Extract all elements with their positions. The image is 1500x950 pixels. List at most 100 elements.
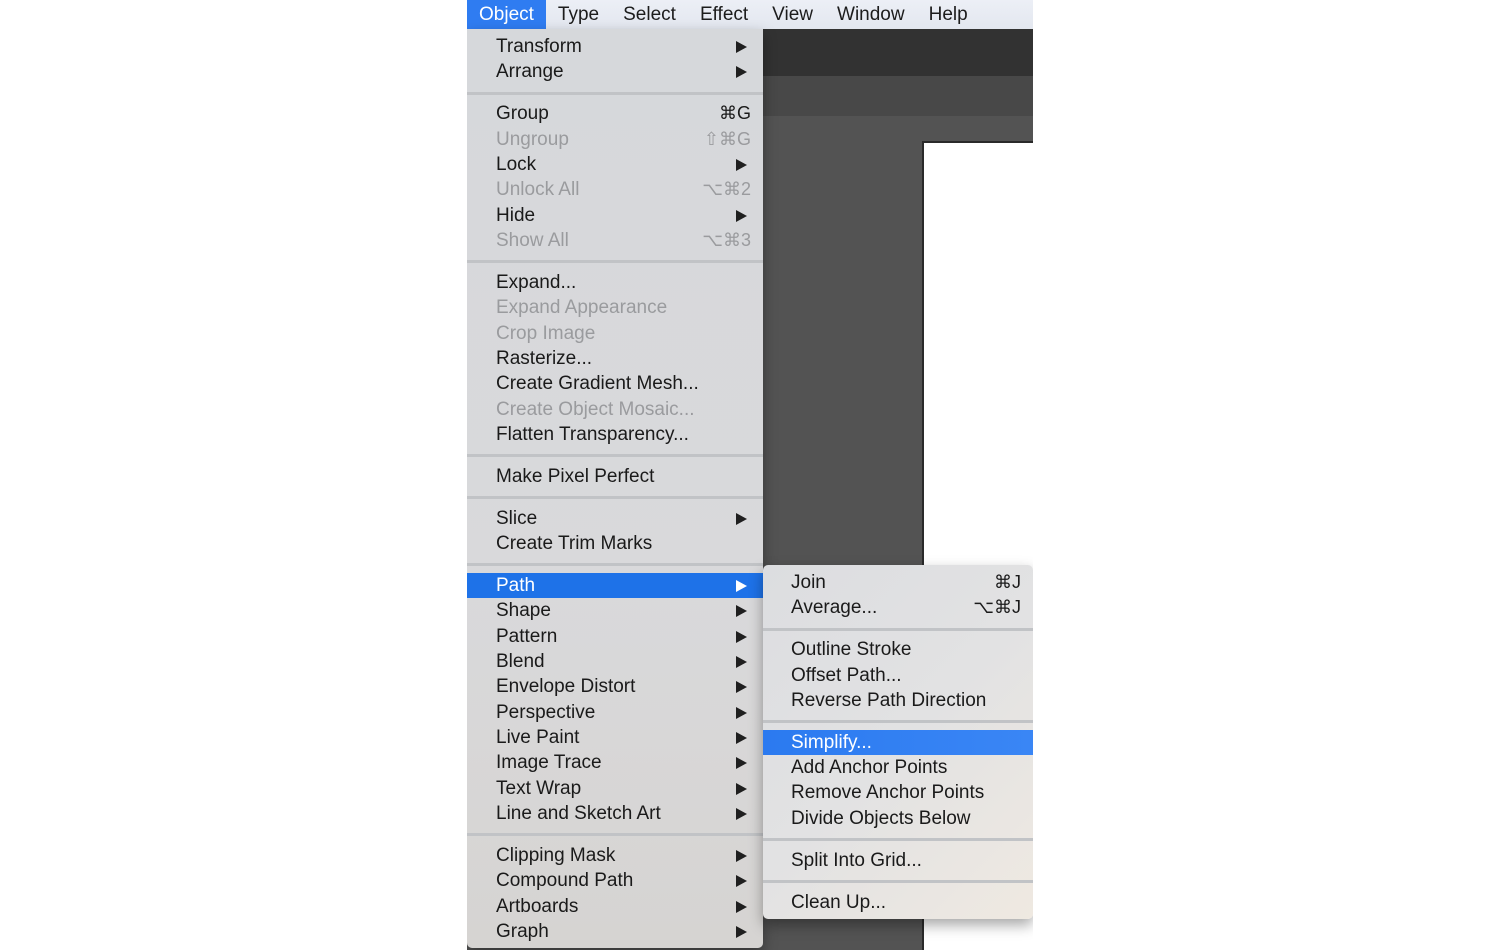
path-menu-item-offset-path[interactable]: Offset Path... [763,663,1033,688]
menubar-item-object[interactable]: Object [467,0,546,29]
menu-separator [467,454,763,458]
menu-item-label: Perspective [496,701,596,723]
object-menu-item-artboards[interactable]: Artboards [467,894,763,919]
shortcut-label: ⌥⌘J [973,597,1021,618]
path-menu-item-outline-stroke[interactable]: Outline Stroke [763,637,1033,662]
object-menu-item-hide[interactable]: Hide [467,203,763,228]
menu-separator [763,627,1033,631]
menu-item-label: Remove Anchor Points [791,782,985,804]
object-menu-item-transform[interactable]: Transform [467,34,763,59]
submenu-arrow-icon [736,209,747,222]
menu-separator [467,91,763,95]
menubar-item-window[interactable]: Window [825,0,917,29]
path-menu-item-remove-anchor-points[interactable]: Remove Anchor Points [763,780,1033,805]
submenu-arrow-icon [736,706,747,719]
menu-bar: Object Type Select Effect View Window Help [467,0,1033,29]
object-menu-item-make-pixel-perfect[interactable]: Make Pixel Perfect [467,464,763,489]
object-menu-item-text-wrap[interactable]: Text Wrap [467,776,763,801]
object-menu-item-shape[interactable]: Shape [467,598,763,623]
submenu-arrow-icon [736,782,747,795]
menu-item-label: Graph [496,920,549,942]
menu-item-label: Create Object Mosaic... [496,398,695,420]
submenu-arrow-icon [736,681,747,694]
menu-item-label: Pattern [496,625,558,647]
menu-item-label: Outline Stroke [791,639,912,661]
path-menu-item-split-into-grid[interactable]: Split Into Grid... [763,848,1033,873]
menu-item-label: Unlock All [496,179,580,201]
menu-item-label: Flatten Transparency... [496,423,689,445]
shortcut-label: ⌘J [994,572,1021,592]
submenu-arrow-icon [736,512,747,525]
object-menu-item-live-paint[interactable]: Live Paint [467,725,763,750]
menu-item-label: Create Gradient Mesh... [496,373,699,395]
object-menu-item-create-object-mosaic: Create Object Mosaic... [467,397,763,422]
menu-item-label: Rasterize... [496,347,593,369]
menu-item-label: Slice [496,507,538,529]
object-menu-item-flatten-transparency[interactable]: Flatten Transparency... [467,422,763,447]
path-menu-item-add-anchor-points[interactable]: Add Anchor Points [763,755,1033,780]
submenu-arrow-icon [736,900,747,913]
path-menu-item-join[interactable]: Join ⌘J [763,570,1033,595]
object-menu-item-clipping-mask[interactable]: Clipping Mask [467,843,763,868]
menu-item-label: Envelope Distort [496,676,636,698]
path-menu-item-divide-objects-below[interactable]: Divide Objects Below [763,806,1033,831]
object-menu-item-perspective[interactable]: Perspective [467,700,763,725]
object-menu-item-line-and-sketch-art[interactable]: Line and Sketch Art [467,801,763,826]
path-menu-item-simplify[interactable]: Simplify... [763,729,1033,755]
menu-separator [467,496,763,500]
object-menu-item-blend[interactable]: Blend [467,649,763,674]
menubar-item-effect[interactable]: Effect [688,0,760,29]
menu-item-label: Create Trim Marks [496,532,653,554]
object-menu-item-slice[interactable]: Slice [467,506,763,531]
submenu-arrow-icon [736,655,747,668]
object-menu-item-image-trace[interactable]: Image Trace [467,750,763,775]
object-menu-item-compound-path[interactable]: Compound Path [467,868,763,893]
object-menu-item-group[interactable]: Group ⌘G [467,101,763,126]
object-menu-item-lock[interactable]: Lock [467,152,763,177]
menu-item-label: Live Paint [496,726,580,748]
object-menu-item-pattern[interactable]: Pattern [467,624,763,649]
submenu-arrow-icon [736,66,747,79]
menu-separator [763,880,1033,883]
menu-item-label: Clipping Mask [496,844,616,866]
object-menu-item-rasterize[interactable]: Rasterize... [467,346,763,371]
object-menu-item-graph[interactable]: Graph [467,919,763,944]
menu-separator [467,833,763,837]
object-menu-item-expand[interactable]: Expand... [467,270,763,295]
path-menu-item-average[interactable]: Average... ⌥⌘J [763,595,1033,620]
path-menu-item-reverse-path-direction[interactable]: Reverse Path Direction [763,688,1033,713]
menubar-item-select[interactable]: Select [611,0,688,29]
submenu-arrow-icon [736,731,747,744]
path-menu-item-clean-up[interactable]: Clean Up... [763,890,1033,915]
object-menu-item-envelope-distort[interactable]: Envelope Distort [467,674,763,699]
menu-item-label: Clean Up... [791,891,887,913]
menu-item-label: Simplify... [791,731,872,753]
object-menu-item-create-trim-marks[interactable]: Create Trim Marks [467,531,763,556]
shortcut-label: ⌘G [718,103,751,124]
object-menu-item-show-all: Show All ⌥⌘3 [467,228,763,253]
object-menu-item-expand-appearance: Expand Appearance [467,295,763,320]
menubar-item-type[interactable]: Type [546,0,611,29]
shortcut-label: ⌥⌘2 [702,179,751,200]
menu-item-label: Average... [791,597,878,619]
menu-item-label: Group [496,103,549,125]
menubar-item-help[interactable]: Help [917,0,980,29]
menu-item-label: Expand Appearance [496,297,668,319]
menubar-item-view[interactable]: View [760,0,825,29]
submenu-arrow-icon [736,807,747,820]
menu-item-label: Show All [496,229,569,251]
submenu-arrow-icon [736,757,747,770]
menu-separator [467,563,763,567]
app-window: Object Type Select Effect View Window Help Tra… [467,0,1033,950]
object-menu-item-create-gradient-mesh[interactable]: Create Gradient Mesh... [467,371,763,396]
menu-item-label: Hide [496,204,536,226]
object-menu-item-ungroup: Ungroup ⇧⌘G [467,127,763,152]
object-menu-item-path[interactable]: Path [467,572,763,598]
menu-item-label: Arrange [496,61,564,83]
path-submenu: Join ⌘J Average... ⌥⌘J Outline Stroke Offset … [763,565,1033,919]
menu-item-label: Path [496,574,536,596]
submenu-arrow-icon [736,630,747,643]
object-menu-item-arrange[interactable]: Arrange [467,59,763,84]
submenu-arrow-icon [736,41,747,53]
menu-item-label: Transform [496,36,582,57]
